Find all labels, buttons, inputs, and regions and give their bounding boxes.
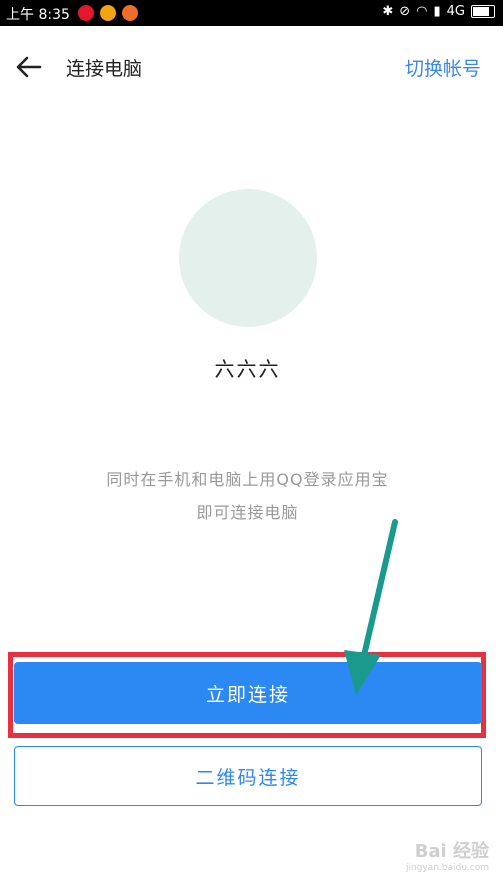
wifi-icon: ◠ (416, 4, 428, 19)
username: 六六六 (214, 357, 281, 381)
battery-icon (471, 5, 495, 18)
title-bar: 连接电脑 切换帐号 (0, 26, 503, 106)
status-time: 上午 8:35 (6, 7, 70, 23)
connect-now-button[interactable]: 立即连接 (14, 662, 482, 724)
watermark-brand: Bai 经验 (414, 841, 489, 862)
alarm-off-icon: ⊘ (399, 4, 411, 19)
qr-connect-button[interactable]: 二维码连接 (14, 746, 482, 806)
browser-icon (100, 5, 116, 21)
status-bar: 上午 8:35 ✱ ⊘ ◠ ▮ 4G (0, 0, 503, 26)
switch-account-link[interactable]: 切换帐号 (405, 54, 481, 81)
app-icon (122, 5, 138, 21)
signal-icon: ▮ (433, 4, 441, 19)
watermark: Bai 经验 jingyan.baidu.com (406, 837, 489, 873)
instruction-line-2: 即可连接电脑 (196, 503, 299, 522)
page-title: 连接电脑 (66, 58, 143, 80)
avatar (179, 189, 317, 327)
instruction-line-1: 同时在手机和电脑上用QQ登录应用宝 (106, 470, 389, 489)
bluetooth-icon: ✱ (382, 4, 394, 19)
watermark-url: jingyan.baidu.com (405, 863, 489, 873)
network-label: 4G (446, 4, 465, 19)
back-arrow-icon[interactable] (14, 52, 44, 82)
weibo-icon (78, 5, 94, 21)
